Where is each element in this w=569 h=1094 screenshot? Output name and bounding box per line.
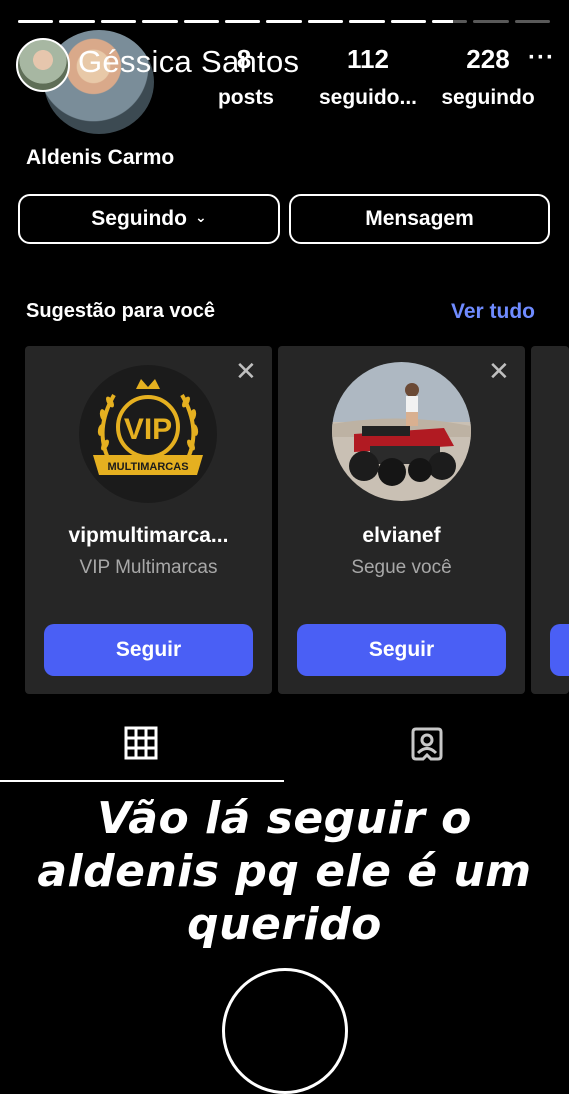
story-progress-segment <box>473 20 509 23</box>
suggestions-title: Sugestão para você <box>26 300 215 322</box>
story-progress-segment <box>307 20 344 23</box>
grid-icon[interactable] <box>124 726 158 760</box>
see-all-link[interactable]: Ver tudo <box>451 300 535 324</box>
following-button[interactable]: Seguindo ⌄ <box>18 194 280 244</box>
followers-label[interactable]: seguido... <box>310 86 426 110</box>
story-progress-segment <box>224 20 261 23</box>
follow-button[interactable]: Seguir <box>297 624 506 676</box>
story-caption: Vão lá seguir o aldenis pq ele é um quer… <box>37 793 532 950</box>
vip-logo-ribbon: MULTIMARCAS <box>107 461 188 473</box>
followers-count[interactable]: 112 <box>318 44 418 75</box>
vip-logo-badge: VIP <box>124 413 172 446</box>
message-button-label: Mensagem <box>365 207 474 230</box>
story-progress-segment <box>142 20 178 23</box>
profile-name: Aldenis Carmo <box>26 146 175 169</box>
close-icon[interactable]: ✕ <box>488 358 510 384</box>
follow-button-partial[interactable] <box>550 624 569 676</box>
tagged-person-icon[interactable] <box>409 726 445 762</box>
story-progress-segment <box>349 20 385 23</box>
elvianef-avatar[interactable] <box>332 362 471 501</box>
suggestion-subtitle: VIP Multimarcas <box>79 557 218 578</box>
active-tab-indicator <box>0 780 284 782</box>
story-progress-segment <box>59 20 95 23</box>
close-icon[interactable]: ✕ <box>235 358 257 384</box>
story-progress-bar <box>18 20 551 23</box>
following-count[interactable]: 228 <box>440 44 536 75</box>
suggestion-username[interactable]: vipmultimarca... <box>25 524 272 548</box>
story-progress-segment <box>100 20 137 23</box>
chevron-down-icon: ⌄ <box>194 208 207 225</box>
story-progress-segment <box>431 20 468 23</box>
vip-multimarcas-logo[interactable]: VIP MULTIMARCAS <box>79 365 217 503</box>
story-progress-segment <box>266 20 302 23</box>
capture-button-arc[interactable] <box>222 968 348 1094</box>
story-progress-segment <box>514 20 551 23</box>
suggestion-username[interactable]: elvianef <box>278 524 525 548</box>
story-user-avatar[interactable] <box>16 38 70 92</box>
story-progress-segment <box>390 20 426 23</box>
following-label[interactable]: seguindo <box>432 86 544 110</box>
posts-count: 8 <box>236 44 252 74</box>
suggestion-subtitle: Segue você <box>351 557 452 578</box>
posts-label: posts <box>217 86 274 109</box>
story-progress-segment <box>183 20 219 23</box>
story-progress-segment <box>18 20 54 23</box>
message-button[interactable]: Mensagem <box>289 194 550 244</box>
follow-button[interactable]: Seguir <box>44 624 253 676</box>
following-button-label: Seguindo <box>91 207 187 230</box>
